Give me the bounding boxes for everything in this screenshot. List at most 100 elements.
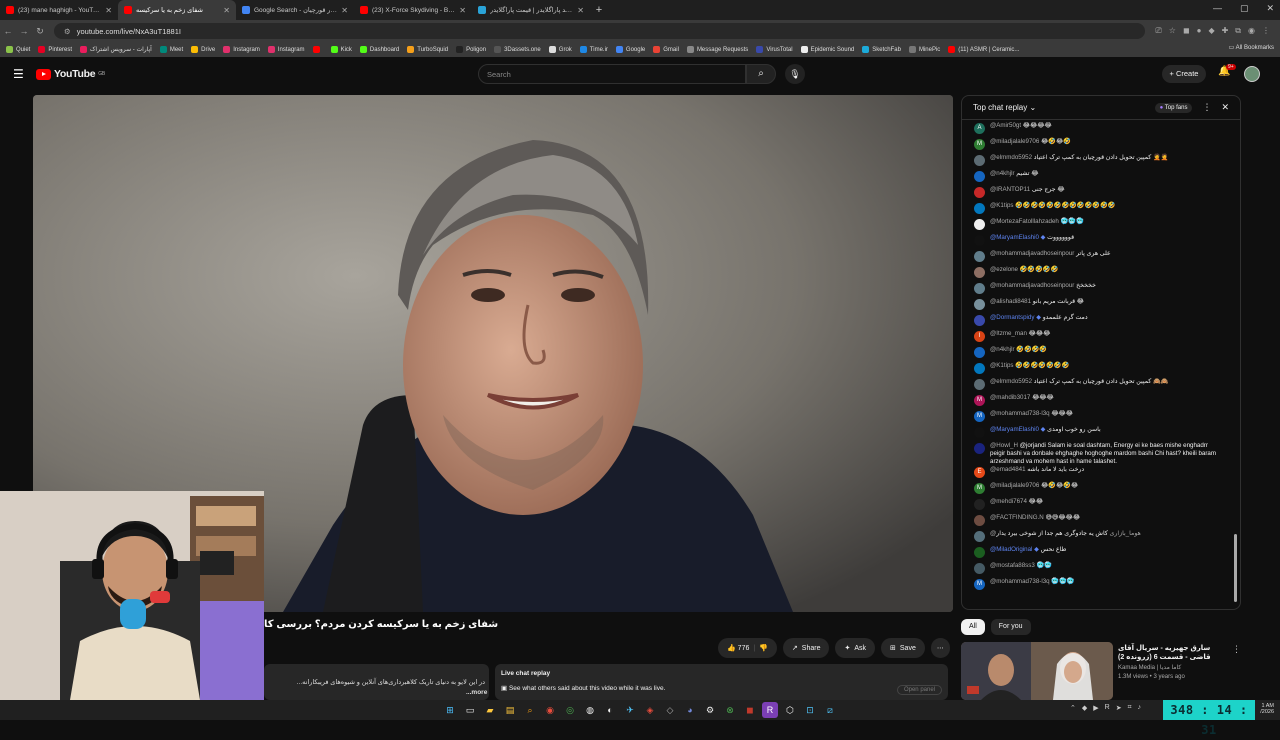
bookmark-item[interactable]: 3Dassets.one xyxy=(494,46,541,53)
app-icon[interactable]: ◉ xyxy=(542,702,558,718)
close-tab-icon[interactable]: ✕ xyxy=(105,6,112,15)
chat-author[interactable]: @MaryamElashi0 xyxy=(990,234,1039,241)
chat-avatar[interactable] xyxy=(974,379,985,390)
create-button[interactable]: + Create xyxy=(1162,65,1206,83)
close-tab-icon[interactable]: ✕ xyxy=(341,6,348,15)
open-panel-button[interactable]: Open panel xyxy=(896,685,942,695)
chat-message[interactable]: @MortezaFatolllahzadeh 🥶🥶🥶 xyxy=(962,218,1234,234)
bookmark-item[interactable]: MinePic xyxy=(908,46,940,53)
chat-message[interactable]: @MaryamElashi0 ◆ قووووووت xyxy=(962,234,1234,250)
chat-avatar[interactable]: E xyxy=(974,467,985,478)
back-icon[interactable]: ← xyxy=(0,26,16,36)
extension-icon[interactable]: ✚ xyxy=(1222,26,1229,36)
maximize-button[interactable]: ▢ xyxy=(1240,3,1249,14)
browser-tab[interactable]: (23) mane haghigh - YouTube ✕ xyxy=(0,0,118,20)
chat-message[interactable]: @ezelone 🤣🤣🤣🤣🤣 xyxy=(962,266,1234,282)
chat-message[interactable]: @هوما_بازاری کاش یه جادوگری هم جدا از شو… xyxy=(962,530,1234,546)
chat-author[interactable]: @K1tips xyxy=(990,202,1013,209)
chat-avatar[interactable] xyxy=(974,515,985,526)
chat-message[interactable]: @mehdi7674 😂😂 xyxy=(962,498,1234,514)
chat-message[interactable]: @n4khjlr تشیم 😂 xyxy=(962,170,1234,186)
bookmark-item[interactable]: Pinterest xyxy=(38,46,72,53)
video-description[interactable]: در این لایو به دنیای تاریک کلاهبرداری‌ها… xyxy=(264,664,489,700)
app-icon[interactable]: ⚙ xyxy=(702,702,718,718)
chat-author[interactable]: @mohammad738-l3q xyxy=(990,578,1050,585)
chat-author[interactable]: @K1tips xyxy=(990,362,1013,369)
chat-message[interactable]: A @Amir50gt 😂😂😂😂 xyxy=(962,122,1234,138)
close-tab-icon[interactable]: ✕ xyxy=(577,6,584,15)
chat-avatar[interactable]: M xyxy=(974,139,985,150)
recommended-thumbnail[interactable] xyxy=(961,642,1113,700)
telegram-icon[interactable]: ➤ xyxy=(1116,704,1122,712)
chat-author[interactable]: @MaryamElashi0 xyxy=(990,426,1039,433)
chat-message[interactable]: E @emad4841 درخت باید لا ماند باشه xyxy=(962,466,1234,482)
browser-menu-icon[interactable]: ⋮ xyxy=(1262,26,1270,36)
bookmark-item[interactable]: Dashboard xyxy=(359,46,399,53)
app-icon[interactable]: ⧄ xyxy=(822,702,838,718)
chat-author[interactable]: @IRANTOP11 xyxy=(990,186,1030,193)
chat-avatar[interactable] xyxy=(974,499,985,510)
ask-button[interactable]: ✦ Ask xyxy=(835,638,876,658)
discord-icon[interactable]: ◕ xyxy=(682,702,698,718)
steam-icon[interactable]: ◐ xyxy=(602,702,618,718)
show-more-link[interactable]: ...more xyxy=(466,689,487,696)
chat-avatar[interactable]: A xyxy=(974,123,985,134)
app-icon[interactable]: ◍ xyxy=(582,702,598,718)
bookmark-item[interactable]: Instagram xyxy=(223,46,260,53)
chat-message[interactable]: @mohammadjavadhoseinpour خخخخخ xyxy=(962,282,1234,298)
chat-author[interactable]: @emad4841 xyxy=(990,466,1026,473)
bookmark-item[interactable]: SketchFab xyxy=(862,46,901,53)
chat-avatar[interactable] xyxy=(974,235,985,246)
chat-message[interactable]: @IRANTOP11 جرج جنی 😂 xyxy=(962,186,1234,202)
chat-author[interactable]: @n4khjlr xyxy=(990,346,1015,353)
close-window-button[interactable]: ✕ xyxy=(1266,3,1274,14)
account-avatar[interactable] xyxy=(1244,66,1260,82)
chat-mode-dropdown[interactable]: Top chat replay ⌄ xyxy=(973,103,1036,112)
chat-message[interactable]: M @miladjalale9706 😂🤣😂🤣 xyxy=(962,138,1234,154)
chat-message[interactable]: M @mohammad738-l3q 😂😂😂 xyxy=(962,410,1234,426)
files-icon[interactable]: ▰ xyxy=(482,702,498,718)
new-tab-button[interactable]: + xyxy=(590,4,608,16)
chat-author[interactable]: @MortezaFatolllahzadeh xyxy=(990,218,1059,225)
bookmark-item[interactable]: Gmail xyxy=(653,46,679,53)
chat-author[interactable]: @Amir50gt xyxy=(990,122,1021,129)
bookmark-item[interactable]: Grok xyxy=(548,46,572,53)
like-button[interactable]: 👍 776 xyxy=(727,644,749,652)
app-icon[interactable]: ⬡ xyxy=(782,702,798,718)
chat-message[interactable]: @MaryamElashi0 ◆ باسن رو خوب اومدی xyxy=(962,426,1234,442)
chat-author[interactable]: @ezelone xyxy=(990,266,1018,273)
chat-author[interactable]: @miladjalale9706 xyxy=(990,482,1039,489)
tray-app-icon[interactable]: R xyxy=(1105,704,1110,712)
browser-tab[interactable]: Google Search - قرار قورچیان ✕ xyxy=(236,0,354,20)
chat-avatar[interactable] xyxy=(974,283,985,294)
bookmark-item[interactable]: Kick xyxy=(330,46,352,53)
chat-message[interactable]: @elmmdo5952 کمپین تحویل دادن قورچیان به … xyxy=(962,378,1234,394)
thumbs-down-icon[interactable]: 👎 xyxy=(759,644,768,652)
bookmark-item[interactable]: VirusTotal xyxy=(756,46,793,53)
volume-icon[interactable]: ♪ xyxy=(1138,704,1142,712)
system-clock[interactable]: 1 AM /2026 xyxy=(1260,703,1274,715)
bookmark-item[interactable]: Message Requests xyxy=(686,46,748,53)
app-icon[interactable]: ⊡ xyxy=(802,702,818,718)
chat-avatar[interactable] xyxy=(974,187,985,198)
chat-author[interactable]: @Dormantspidy xyxy=(990,314,1034,321)
close-tab-icon[interactable]: ✕ xyxy=(223,6,230,15)
bookmark-item[interactable] xyxy=(312,46,323,53)
chat-avatar[interactable]: M xyxy=(974,395,985,406)
chat-avatar[interactable] xyxy=(974,363,985,374)
chat-message[interactable]: M @miladjalale9706 😂🤣😂🤣😂 xyxy=(962,482,1234,498)
search-app-icon[interactable]: ⌕ xyxy=(522,702,538,718)
chat-message[interactable]: @Howl_H @jorjandi Salam ie soal dashtam,… xyxy=(962,442,1234,466)
more-actions-button[interactable]: ⋯ xyxy=(930,638,950,658)
chip-for-you[interactable]: For you xyxy=(990,619,1031,635)
chat-message[interactable]: M @mohammad738-l3q 🥶🥶🥶 xyxy=(962,578,1234,594)
chat-message[interactable]: @mohammadjavadhoseinpour علی هری پاتر xyxy=(962,250,1234,266)
bookmark-item[interactable]: TurboSquid xyxy=(407,46,448,53)
close-chat-icon[interactable]: ✕ xyxy=(1221,102,1229,113)
browser-tab[interactable]: (23) X-Force Skydiving - Brad P ✕ xyxy=(354,0,472,20)
chat-avatar[interactable]: I xyxy=(974,331,985,342)
extension-icon[interactable]: ● xyxy=(1197,26,1202,36)
chat-avatar[interactable] xyxy=(974,443,985,454)
chat-author[interactable]: @FACTFINDING.N xyxy=(990,514,1044,521)
hamburger-menu-icon[interactable]: ☰ xyxy=(13,67,24,81)
